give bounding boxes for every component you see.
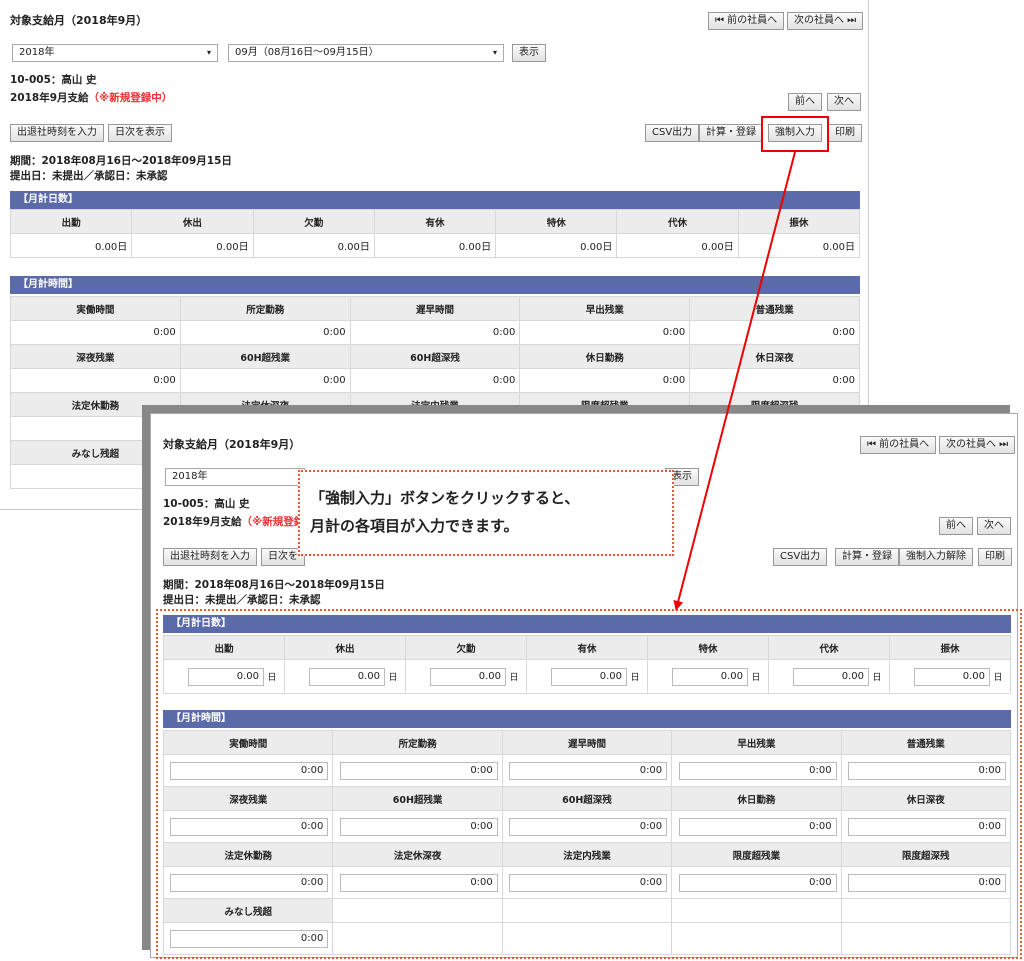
days-value: 0.00日 [9,233,133,258]
time-value-row: 0:00 0:00 0:00 0:00 0:00 [10,368,860,393]
show-button[interactable]: 表示 [512,44,546,62]
time-value: 0:00 [519,320,691,345]
employee-id: 10-005：高山 史 [10,74,97,86]
days-header: 振休 [737,209,861,234]
year-select[interactable]: 2018年 ▾ [12,44,218,62]
chevron-down-icon: ▾ [492,48,497,57]
chevron-down-icon: ▾ [206,48,211,57]
time-header-row: 深夜残業 60H超残業 60H超深残 休日勤務 休日深夜 [10,344,860,369]
next-button[interactable]: 次へ [827,93,861,111]
prev-employee-button[interactable]: ⏮ 前の社員へ [860,436,937,454]
pay-label: 2018年9月支給（※新規登録 [163,514,304,529]
time-header: 実働時間 [10,296,181,321]
days-value: 0.00日 [495,233,618,258]
time-header: 早出残業 [519,296,691,321]
days-header: 代休 [616,209,739,234]
input-area-highlight [156,609,1022,959]
prev-button[interactable]: 前へ [788,93,822,111]
status-label: （※新規登録中） [88,92,173,104]
time-value: 0:00 [519,368,691,393]
time-section-header: 【月計時間】 [10,276,860,294]
days-value: 0.00日 [131,233,254,258]
force-input-release-button[interactable]: 強制入力解除 [899,548,973,566]
pay-month: 2018年9月支給 [10,92,89,104]
time-value-row: 0:00 0:00 0:00 0:00 0:00 [10,320,860,345]
year-select-value: 2018年 [19,47,55,58]
days-header: 有休 [373,209,497,234]
employee-id: 10-005：高山 史 [163,498,250,510]
time-header: 60H超深残 [349,344,521,369]
days-header-row: 出勤 休出 欠勤 有休 特休 代休 振休 [9,209,861,234]
submit-text: 提出日：未提出／承認日：未承認 [163,594,321,606]
time-value: 0:00 [179,368,351,393]
print-button[interactable]: 印刷 [978,548,1012,566]
time-header-row: 実働時間 所定勤務 遅早時間 早出残業 普通残業 [10,296,860,321]
period-select-value: 09月（08月16日〜09月15日） [235,47,379,58]
callout-line-1: 「強制入力」ボタンをクリックすると、 [310,489,580,507]
print-button[interactable]: 印刷 [828,124,862,142]
pay-month: 2018年9月支給 [163,516,242,528]
callout-line-2: 月計の各項目が入力できます。 [310,517,519,535]
time-header: 所定勤務 [179,296,351,321]
time-header: 休日勤務 [519,344,691,369]
period-text: 期間：2018年08月16日〜2018年09月15日 [10,155,232,167]
attendance-input-button[interactable]: 出退社時刻を入力 [163,548,257,566]
days-value: 0.00日 [252,233,375,258]
days-header: 出勤 [9,209,133,234]
time-value: 0:00 [10,320,181,345]
time-header: 休日深夜 [689,344,860,369]
time-value: 0:00 [689,320,860,345]
days-header: 欠勤 [252,209,375,234]
period-text: 期間：2018年08月16日〜2018年09月15日 [163,579,385,591]
force-input-highlight [761,116,829,152]
prev-button[interactable]: 前へ [939,517,973,535]
days-value: 0.00日 [373,233,497,258]
calc-register-button[interactable]: 計算・登録 [699,124,763,142]
submit-text: 提出日：未提出／承認日：未承認 [10,170,168,182]
time-header: 深夜残業 [10,344,181,369]
csv-export-button[interactable]: CSV出力 [773,548,828,566]
time-value: 0:00 [689,368,860,393]
csv-export-button[interactable]: CSV出力 [645,124,700,142]
time-header: 普通残業 [689,296,860,321]
year-select[interactable]: 2018年 [165,468,305,486]
time-value: 0:00 [10,368,181,393]
time-header: 遅早時間 [349,296,521,321]
period-select[interactable]: 09月（08月16日〜09月15日） ▾ [228,44,504,62]
attendance-input-button[interactable]: 出退社時刻を入力 [10,124,104,142]
callout-box: 「強制入力」ボタンをクリックすると、 月計の各項目が入力できます。 [298,470,674,556]
days-value-row: 0.00日 0.00日 0.00日 0.00日 0.00日 0.00日 0.00… [9,233,861,258]
status-label: （※新規登録 [241,516,305,528]
time-value: 0:00 [179,320,351,345]
year-select-value: 2018年 [172,471,208,482]
time-value: 0:00 [349,368,521,393]
days-table: 出勤 休出 欠勤 有休 特休 代休 振休 0.00日 0.00日 0.00日 0… [9,209,861,258]
time-value: 0:00 [349,320,521,345]
time-header: 60H超残業 [179,344,351,369]
page-title: 対象支給月（2018年9月） [10,14,148,27]
page-title: 対象支給月（2018年9月） [163,438,301,451]
daily-view-button[interactable]: 日次を表示 [108,124,172,142]
calc-register-button[interactable]: 計算・登録 [835,548,899,566]
days-header: 特休 [495,209,618,234]
next-employee-button[interactable]: 次の社員へ ⏭ [939,436,1016,454]
next-button[interactable]: 次へ [977,517,1011,535]
days-header: 休出 [131,209,254,234]
pay-label: 2018年9月支給（※新規登録中） [10,90,172,105]
prev-employee-button[interactable]: ⏮ 前の社員へ [708,12,785,30]
days-section-header: 【月計日数】 [10,191,860,209]
next-employee-button[interactable]: 次の社員へ ⏭ [787,12,864,30]
days-value: 0.00日 [737,233,861,258]
days-value: 0.00日 [616,233,739,258]
